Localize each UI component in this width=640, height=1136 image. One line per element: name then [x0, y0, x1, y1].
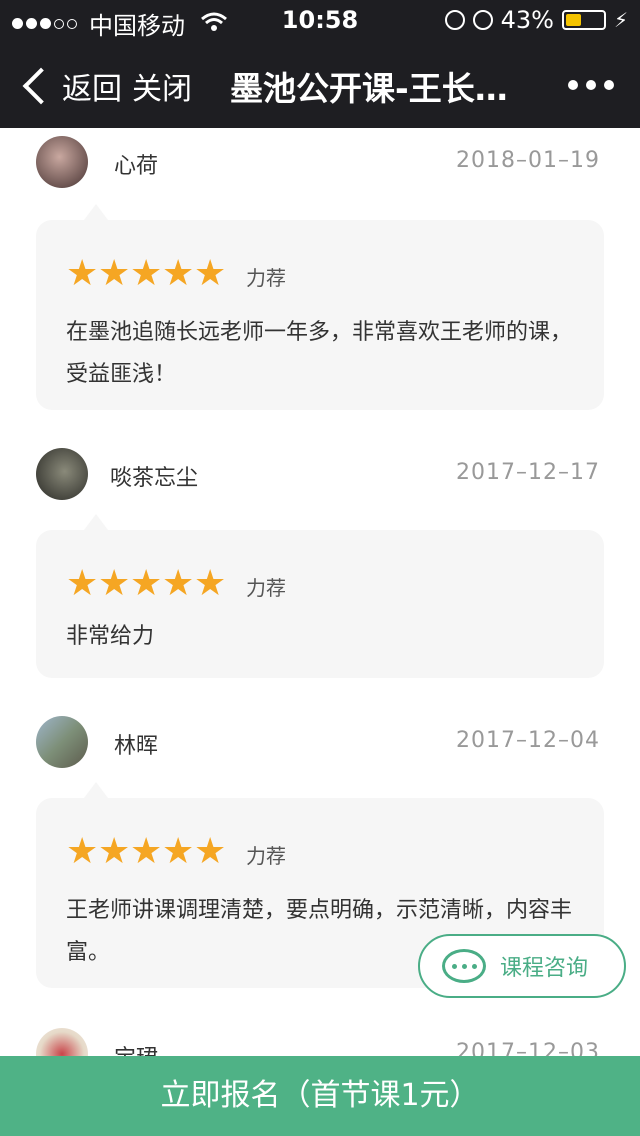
consult-label: 课程咨询	[500, 956, 589, 981]
star-icon: ★	[130, 831, 163, 872]
star-icon: ★	[66, 253, 99, 294]
review-username: 宝珺	[114, 1040, 158, 1056]
consult-button[interactable]: 课程咨询	[418, 934, 626, 998]
star-icon: ★	[162, 253, 195, 294]
rating-stars: ★ ★ ★ ★ ★	[66, 256, 226, 292]
charging-icon: ⚡	[613, 8, 628, 32]
star-icon: ★	[162, 831, 195, 872]
nav-bar: 返回 关闭 墨池公开课-王长…	[0, 40, 640, 128]
star-icon: ★	[130, 253, 163, 294]
star-icon: ★	[194, 253, 227, 294]
rating-stars: ★ ★ ★ ★ ★	[66, 566, 226, 602]
review-date: 2017–12–17	[456, 460, 600, 485]
page-title: 墨池公开课-王长…	[230, 69, 508, 108]
star-icon: ★	[194, 831, 227, 872]
status-right: 43% ⚡	[444, 6, 628, 34]
star-icon: ★	[162, 563, 195, 604]
avatar[interactable]	[36, 448, 88, 500]
review-text: 非常给力	[66, 624, 155, 649]
rating-label: 力荐	[246, 576, 286, 600]
review-username: 林晖	[114, 734, 159, 759]
star-icon: ★	[194, 563, 227, 604]
review-date: 2017–12–04	[456, 728, 600, 753]
star-icon: ★	[130, 563, 163, 604]
star-icon: ★	[66, 563, 99, 604]
chat-icon	[442, 949, 486, 983]
review-username: 心荷	[114, 154, 159, 179]
review-bubble: ★ ★ ★ ★ ★ 力荐 在墨池追随长远老师一年多，非常喜欢王老师的课，受益匪浅！	[36, 204, 604, 410]
back-button[interactable]: 返回	[20, 64, 122, 108]
rating-label: 力荐	[246, 266, 286, 290]
review-date: 2018–01–19	[456, 148, 600, 173]
battery-icon	[561, 10, 606, 30]
star-icon: ★	[66, 831, 99, 872]
back-label: 返回	[62, 72, 122, 107]
avatar[interactable]	[36, 136, 88, 188]
chevron-left-icon	[22, 67, 60, 105]
avatar[interactable]	[36, 716, 88, 768]
review-username: 啖茶忘尘	[110, 466, 199, 491]
review-list[interactable]: 心荷 2018–01–19 ★ ★ ★ ★ ★ 力荐 在墨池追随长远老师一年多，非常喜欢…	[0, 128, 640, 1056]
star-icon: ★	[98, 563, 131, 604]
review-date: 2017–12–03	[456, 1040, 600, 1056]
rotation-lock-icon	[444, 10, 465, 30]
close-button[interactable]: 关闭	[132, 64, 192, 108]
review-text: 在墨池追随长远老师一年多，非常喜欢王老师的课，受益匪浅！	[66, 320, 573, 387]
rating-label: 力荐	[246, 844, 286, 868]
star-icon: ★	[98, 253, 131, 294]
register-button[interactable]: 立即报名（首节课1元）	[0, 1056, 640, 1136]
battery-percent: 43%	[500, 6, 554, 34]
status-bar: 中国移动 10:58 43% ⚡	[0, 0, 640, 40]
alarm-icon	[472, 10, 493, 30]
battery-level	[565, 14, 581, 26]
review-bubble: ★ ★ ★ ★ ★ 力荐 非常给力	[36, 514, 604, 678]
star-icon: ★	[98, 831, 131, 872]
more-icon[interactable]	[568, 80, 614, 90]
rating-stars: ★ ★ ★ ★ ★	[66, 834, 226, 870]
avatar[interactable]	[36, 1028, 88, 1056]
